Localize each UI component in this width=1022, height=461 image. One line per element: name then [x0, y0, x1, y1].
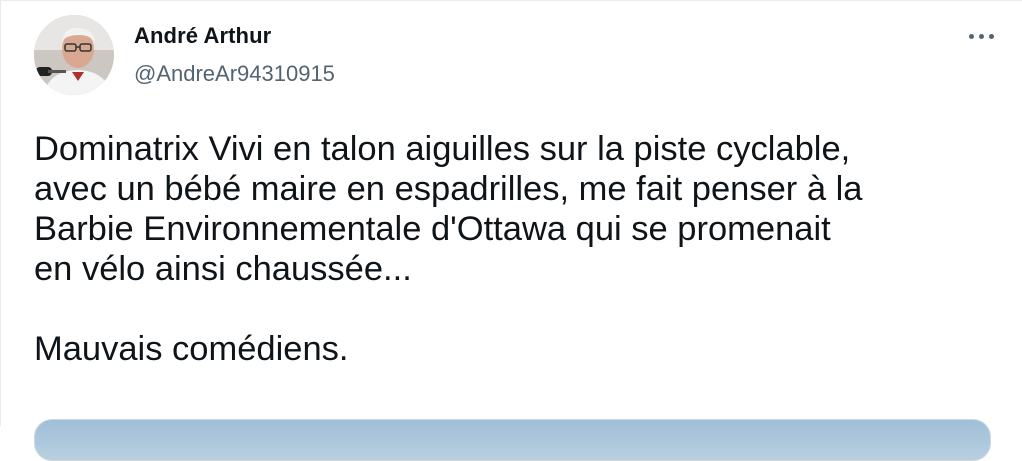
- dot: [968, 33, 974, 39]
- tweet-text-line: avec un bébé maire en espadrilles, me fa…: [34, 170, 863, 208]
- more-options-icon[interactable]: [963, 23, 999, 49]
- tweet-text-line: en vélo ainsi chaussée...: [34, 250, 412, 288]
- dot: [988, 33, 994, 39]
- tweet-text-line: Dominatrix Vivi en talon aiguilles sur l…: [34, 130, 851, 168]
- author-name[interactable]: André Arthur: [134, 23, 271, 49]
- media-preview[interactable]: [34, 419, 991, 461]
- avatar-image: [34, 15, 114, 95]
- tweet-text: Dominatrix Vivi en talon aiguilles sur l…: [34, 129, 1004, 369]
- tweet-text-line: Barbie Environnementale d'Ottawa qui se …: [34, 210, 831, 248]
- author-handle[interactable]: @AndreAr94310915: [134, 61, 335, 87]
- tweet-card: André Arthur @AndreAr94310915 Dominatrix…: [0, 0, 1022, 461]
- avatar[interactable]: [34, 15, 114, 95]
- tweet-text-line: Mauvais comédiens.: [34, 330, 349, 368]
- dot: [978, 33, 984, 39]
